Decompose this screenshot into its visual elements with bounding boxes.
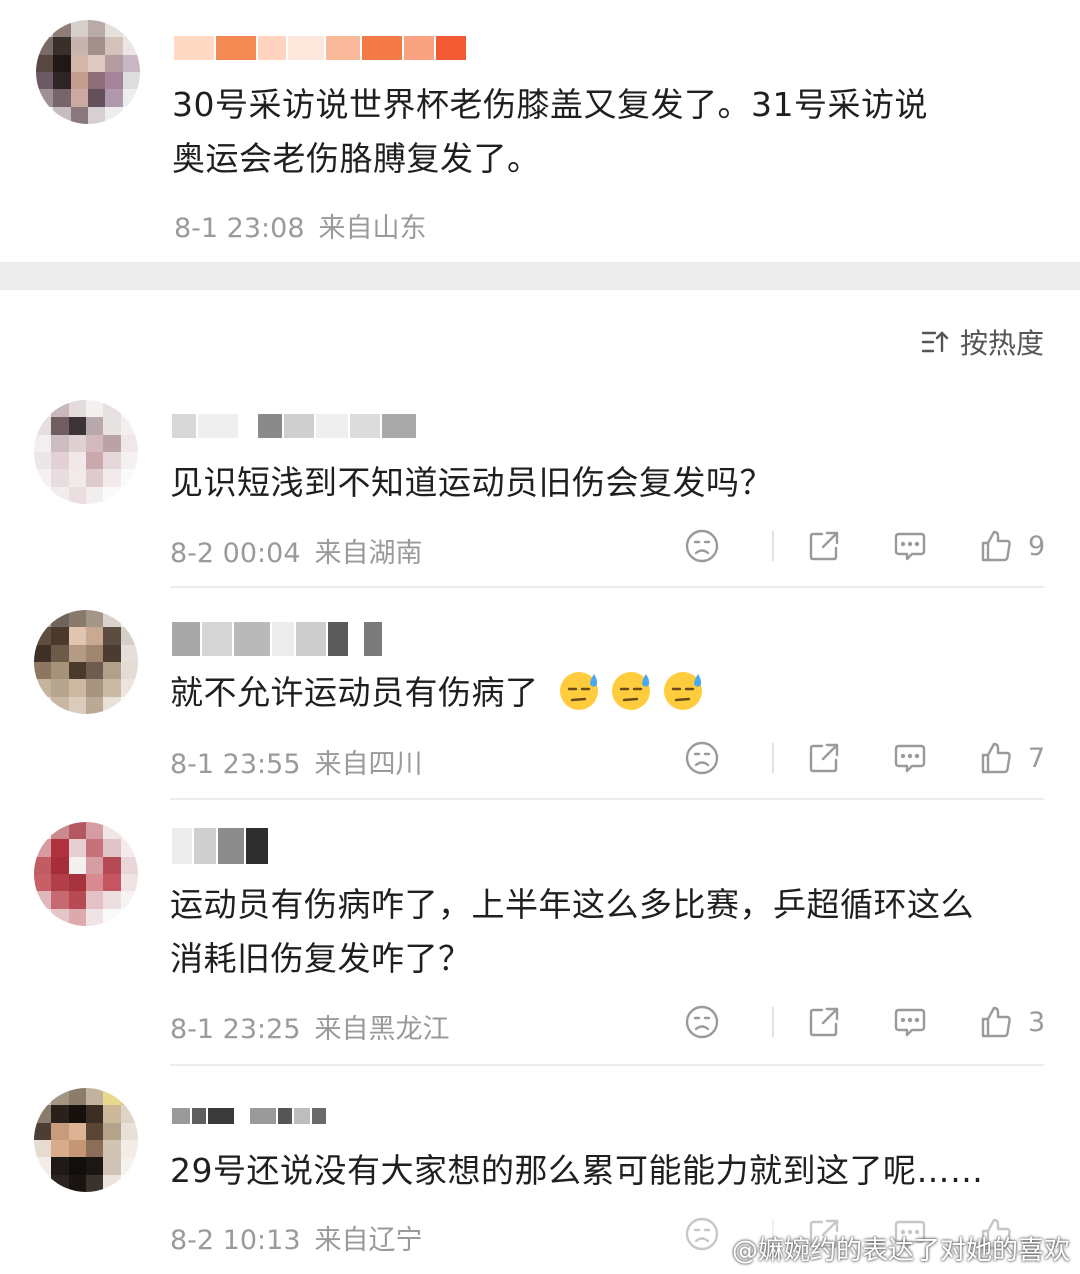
comment-meta: 8-2 00:04 来自湖南 <box>170 531 423 570</box>
sweat-face-emoji <box>663 672 702 710</box>
location: 来自山东 <box>318 213 427 244</box>
like-count: 9 <box>1028 530 1046 562</box>
comment-text: 就不允许运动员有伤病了 <box>170 666 706 720</box>
location: 来自辽宁 <box>314 1225 423 1256</box>
dislike-button[interactable] <box>684 528 720 564</box>
timestamp: 8-1 23:25 <box>170 1014 301 1045</box>
watermark: @嫲婉约的表达了对她的喜欢 <box>731 1236 1070 1266</box>
location: 来自湖南 <box>314 538 423 569</box>
comment-actions: 9 <box>684 526 1046 566</box>
like-button[interactable]: 9 <box>978 528 1046 564</box>
username[interactable] <box>172 1108 326 1124</box>
username[interactable] <box>172 828 268 864</box>
like-button[interactable]: 3 <box>978 1004 1046 1040</box>
comment-actions: 7 <box>684 738 1046 778</box>
comment-text: 见识短浅到不知道运动员旧伤会复发吗？ <box>170 463 773 502</box>
emoji-group <box>539 672 706 712</box>
divider <box>772 1007 774 1037</box>
sad-face-icon <box>685 741 719 775</box>
avatar[interactable] <box>34 400 138 504</box>
section-divider <box>0 262 1080 290</box>
thumbs-up-icon <box>981 742 1011 774</box>
like-count: 3 <box>1028 1006 1046 1038</box>
location: 来自四川 <box>314 749 423 780</box>
sweat-face-emoji <box>559 672 598 710</box>
dislike-button[interactable] <box>684 1004 720 1040</box>
share-icon <box>809 531 839 561</box>
share-button[interactable] <box>806 740 842 776</box>
reply-button[interactable] <box>892 740 928 776</box>
divider <box>170 798 1044 800</box>
divider <box>772 531 774 561</box>
location: 来自黑龙江 <box>314 1014 450 1045</box>
dislike-button[interactable] <box>684 1216 720 1252</box>
share-button[interactable] <box>806 1004 842 1040</box>
comment-meta: 8-1 23:08 来自山东 <box>174 206 427 245</box>
share-icon <box>809 743 839 773</box>
comment-text: 30号采访说世界杯老伤膝盖又复发了。31号采访说 奥运会老伤胳膊复发了。 <box>172 85 928 178</box>
thumbs-up-icon <box>981 530 1011 562</box>
comment-actions: 3 <box>684 1002 1046 1042</box>
dislike-button[interactable] <box>684 740 720 776</box>
sad-face-icon <box>685 1217 719 1251</box>
sad-face-icon <box>685 529 719 563</box>
comment-text: 29号还说没有大家想的那么累可能能力就到这了呢…… <box>170 1151 984 1190</box>
like-button[interactable]: 7 <box>978 740 1046 776</box>
timestamp: 8-1 23:55 <box>170 749 301 780</box>
timestamp: 8-2 00:04 <box>170 538 301 569</box>
comment-meta: 8-1 23:55 来自四川 <box>170 742 423 781</box>
sad-face-icon <box>685 1005 719 1039</box>
thumbs-up-icon <box>981 1006 1011 1038</box>
avatar[interactable] <box>36 20 140 124</box>
comment-icon <box>894 1008 926 1037</box>
timestamp: 8-1 23:08 <box>174 213 305 244</box>
share-button[interactable] <box>806 528 842 564</box>
comment-meta: 8-1 23:25 来自黑龙江 <box>170 1007 450 1046</box>
share-icon <box>809 1007 839 1037</box>
divider <box>170 586 1044 588</box>
top-comment: 30号采访说世界杯老伤膝盖又复发了。31号采访说 奥运会老伤胳膊复发了。 8-1… <box>0 0 1080 262</box>
sort-icon <box>921 331 949 353</box>
divider <box>772 743 774 773</box>
sweat-face-emoji <box>611 672 650 710</box>
username[interactable] <box>172 622 382 656</box>
avatar[interactable] <box>34 1088 138 1192</box>
comment-icon <box>894 744 926 773</box>
sort-toggle[interactable]: 按热度 <box>920 322 1044 362</box>
username[interactable] <box>172 414 416 438</box>
comment-icon <box>894 532 926 561</box>
username[interactable] <box>174 36 466 60</box>
avatar[interactable] <box>34 610 138 714</box>
comment-meta: 8-2 10:13 来自辽宁 <box>170 1218 423 1257</box>
reply-button[interactable] <box>892 1004 928 1040</box>
divider <box>170 1064 1044 1066</box>
timestamp: 8-2 10:13 <box>170 1225 301 1256</box>
sort-label: 按热度 <box>959 327 1044 360</box>
avatar[interactable] <box>34 822 138 926</box>
comment-text: 运动员有伤病咋了，上半年这么多比赛，乒超循环这么 消耗旧伤复发咋了？ <box>170 885 974 978</box>
reply-button[interactable] <box>892 528 928 564</box>
like-count: 7 <box>1028 742 1046 774</box>
